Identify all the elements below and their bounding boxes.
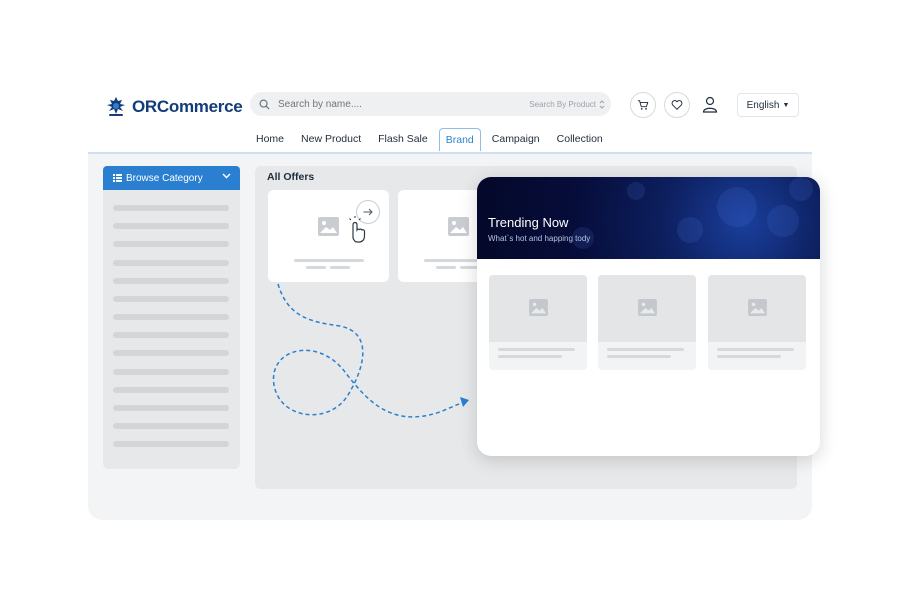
image-placeholder-icon [748,299,767,321]
trending-hero-banner: Trending Now What`s hot and happing tody [477,177,820,259]
image-placeholder-icon [529,299,548,321]
bokeh-light [789,177,813,201]
trending-panel: Trending Now What`s hot and happing tody [477,177,820,456]
bokeh-light [677,217,703,243]
text-placeholder [607,348,684,351]
trending-product-card[interactable] [708,275,806,370]
bokeh-light [767,205,799,237]
image-placeholder-icon [638,299,657,321]
trending-title: Trending Now [488,215,569,230]
trending-subtitle: What`s hot and happing tody [488,234,591,243]
bokeh-light [717,187,757,227]
text-placeholder [498,355,562,358]
trending-product-card[interactable] [598,275,696,370]
text-placeholder [498,348,575,351]
trending-product-card[interactable] [489,275,587,370]
text-placeholder [717,355,781,358]
bokeh-light [627,182,645,200]
pointer-hand-icon [349,216,366,243]
text-placeholder [607,355,671,358]
text-placeholder [717,348,794,351]
